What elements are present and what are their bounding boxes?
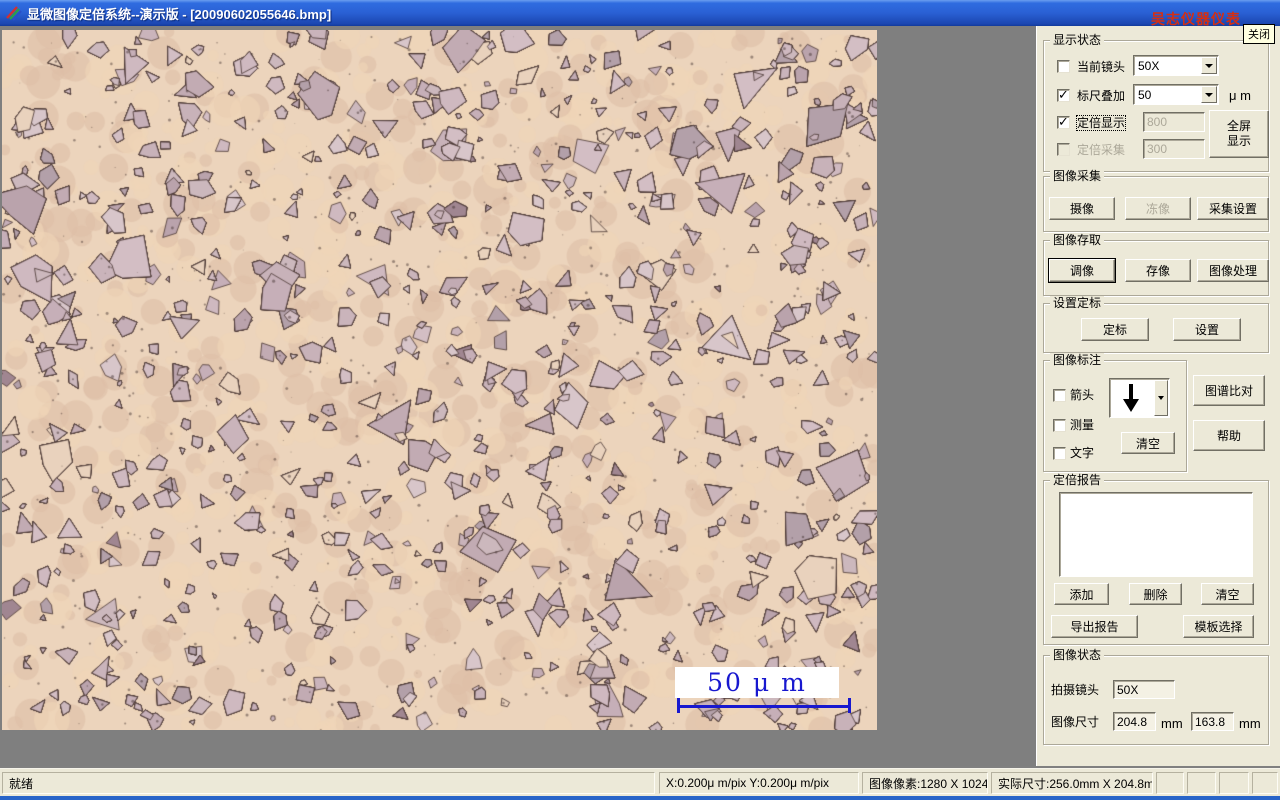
- group-storage-title: 图像存取: [1050, 233, 1105, 247]
- app-icon: [6, 6, 22, 21]
- status-bar: 就绪 X:0.200μ m/pix Y:0.200μ m/pix 图像像素:12…: [0, 768, 1280, 796]
- fixed-capture-label: 定倍采集: [1077, 143, 1126, 157]
- group-calibration-title: 设置定标: [1050, 296, 1105, 310]
- report-clear-button[interactable]: 清空: [1201, 583, 1254, 605]
- scale-bar-tick-left: [677, 698, 680, 713]
- status-empty-pane-4: [1252, 772, 1278, 794]
- group-image-status-title: 图像状态: [1050, 648, 1105, 662]
- atlas-compare-button[interactable]: 图谱比对: [1193, 375, 1265, 406]
- ruler-value-combo[interactable]: 50: [1133, 84, 1219, 105]
- status-empty-pane-1: [1156, 772, 1184, 794]
- shoot-lens-label: 拍摄镜头: [1051, 683, 1100, 697]
- status-ready: 就绪: [2, 772, 655, 794]
- current-lens-checkbox[interactable]: [1057, 60, 1070, 73]
- title-bar: 显微图像定倍系统--演示版 - [20090602055646.bmp]: [0, 0, 1280, 26]
- freeze-button: 冻像: [1125, 197, 1191, 220]
- fixed-display-label: 定倍显示: [1075, 115, 1127, 131]
- group-report-title: 定倍报告: [1050, 473, 1105, 487]
- save-image-button[interactable]: 存像: [1125, 259, 1191, 282]
- annotation-clear-button[interactable]: 清空: [1121, 432, 1175, 454]
- ruler-overlay-label: 标尺叠加: [1077, 89, 1126, 103]
- fixed-capture-input: [1143, 139, 1205, 159]
- image-size-label: 图像尺寸: [1051, 715, 1100, 729]
- chevron-down-icon: [1205, 63, 1213, 68]
- calibration-settings-button[interactable]: 设置: [1173, 318, 1241, 341]
- chevron-down-icon: [1158, 396, 1164, 400]
- report-delete-button[interactable]: 删除: [1129, 583, 1182, 605]
- client-area: 50 μ m 显示状态 当前镜头 50X ✓ 标尺叠加 50 μ m ✓ 定倍显…: [0, 26, 1280, 766]
- fullscreen-button-label: 全屏 显示: [1226, 119, 1251, 148]
- template-select-button[interactable]: 模板选择: [1183, 615, 1254, 638]
- arrow-style-combo[interactable]: [1109, 378, 1170, 418]
- shoot-button[interactable]: 摄像: [1049, 197, 1115, 220]
- shoot-lens-value: [1113, 680, 1175, 699]
- arrow-label: 箭头: [1070, 388, 1095, 402]
- image-height-unit: mm: [1239, 716, 1261, 731]
- fixed-display-checkbox[interactable]: ✓: [1057, 114, 1070, 129]
- measure-checkbox[interactable]: [1053, 419, 1066, 432]
- control-panel: 显示状态 当前镜头 50X ✓ 标尺叠加 50 μ m ✓ 定倍显示 定倍采集 …: [1036, 26, 1280, 766]
- group-capture-title: 图像采集: [1050, 169, 1105, 183]
- image-height-value: [1191, 712, 1234, 731]
- measure-label: 测量: [1070, 418, 1095, 432]
- status-resolution: X:0.200μ m/pix Y:0.200μ m/pix: [659, 772, 859, 794]
- image-process-button[interactable]: 图像处理: [1197, 259, 1269, 282]
- micrograph-canvas[interactable]: [2, 30, 877, 730]
- ruler-value: 50: [1138, 88, 1152, 102]
- fixed-display-input: [1143, 112, 1205, 132]
- report-add-button[interactable]: 添加: [1054, 583, 1109, 605]
- group-display-status-title: 显示状态: [1050, 33, 1105, 47]
- group-image-status: 图像状态: [1043, 648, 1269, 745]
- load-image-button[interactable]: 调像: [1048, 258, 1116, 283]
- current-lens-label: 当前镜头: [1077, 60, 1126, 74]
- status-empty-pane-3: [1219, 772, 1249, 794]
- group-annotation-title: 图像标注: [1050, 353, 1105, 367]
- check-icon: ✓: [1058, 87, 1069, 102]
- image-width-value: [1113, 712, 1156, 731]
- report-listbox[interactable]: [1059, 492, 1253, 577]
- scale-bar-tick-right: [848, 698, 851, 713]
- arrow-checkbox[interactable]: [1053, 389, 1066, 402]
- text-checkbox[interactable]: [1053, 447, 1066, 460]
- capture-settings-button[interactable]: 采集设置: [1197, 197, 1269, 220]
- micrograph-viewport[interactable]: 50 μ m: [2, 30, 877, 730]
- ruler-overlay-checkbox[interactable]: ✓: [1057, 87, 1070, 102]
- status-actual-size: 实际尺寸:256.0mm X 204.8mm: [991, 772, 1153, 794]
- chevron-down-icon: [1205, 92, 1213, 97]
- status-image-pixels: 图像像素:1280 X 1024: [862, 772, 988, 794]
- current-lens-value: 50X: [1138, 59, 1160, 73]
- window-title: 显微图像定倍系统--演示版 - [20090602055646.bmp]: [27, 6, 332, 22]
- bottom-edge-strip: [0, 796, 1280, 800]
- image-width-unit: mm: [1161, 716, 1183, 731]
- arrow-style-dropdown-button[interactable]: [1154, 380, 1168, 416]
- current-lens-dropdown-button[interactable]: [1201, 57, 1217, 74]
- fullscreen-button[interactable]: 全屏 显示: [1209, 110, 1269, 158]
- scale-bar-text: 50 μ m: [707, 668, 807, 697]
- status-empty-pane-2: [1187, 772, 1216, 794]
- vendor-watermark: 吴志仪器仪表: [1151, 11, 1241, 27]
- fixed-capture-checkbox: [1057, 143, 1070, 156]
- current-lens-combo[interactable]: 50X: [1133, 55, 1219, 76]
- ruler-unit-label: μ m: [1229, 88, 1251, 103]
- scale-bar-line: [677, 705, 851, 708]
- down-arrow-icon: [1123, 384, 1139, 412]
- close-tooltip: 关闭: [1243, 24, 1275, 44]
- ruler-dropdown-button[interactable]: [1201, 86, 1217, 103]
- export-report-button[interactable]: 导出报告: [1051, 615, 1138, 638]
- check-icon: ✓: [1058, 114, 1069, 129]
- help-button[interactable]: 帮助: [1193, 420, 1265, 451]
- scale-bar-label-box: 50 μ m: [675, 667, 839, 698]
- calibrate-button[interactable]: 定标: [1081, 318, 1149, 341]
- text-label: 文字: [1070, 446, 1095, 460]
